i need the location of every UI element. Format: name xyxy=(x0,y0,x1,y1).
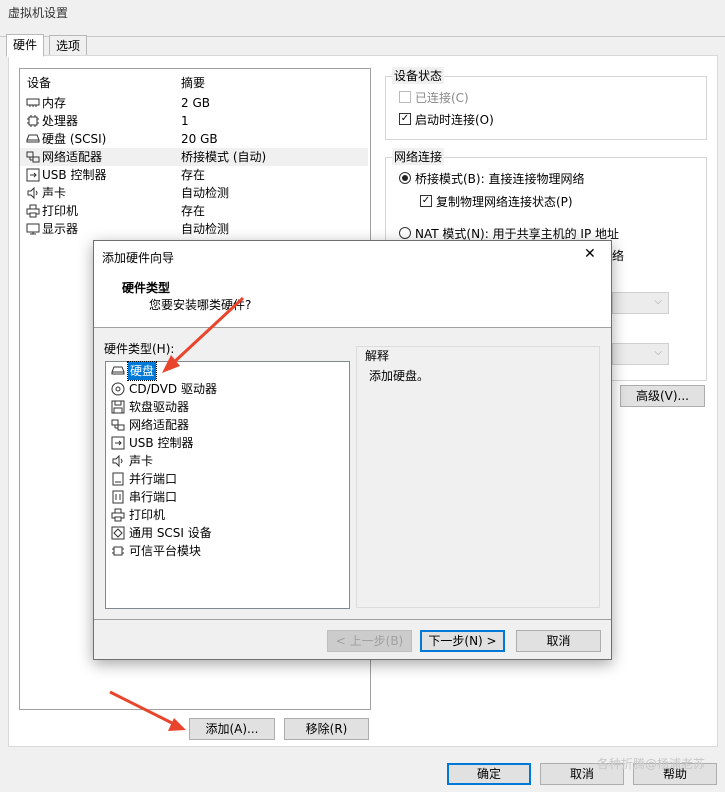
arrow-to-hard-disk xyxy=(162,296,245,373)
annotation-arrows xyxy=(109,296,245,731)
arrow-to-add-button xyxy=(109,690,186,731)
tab-hardware[interactable]: 硬件 xyxy=(6,34,45,57)
watermark-text: 各种折腾@杨浦老苏 xyxy=(596,757,705,771)
